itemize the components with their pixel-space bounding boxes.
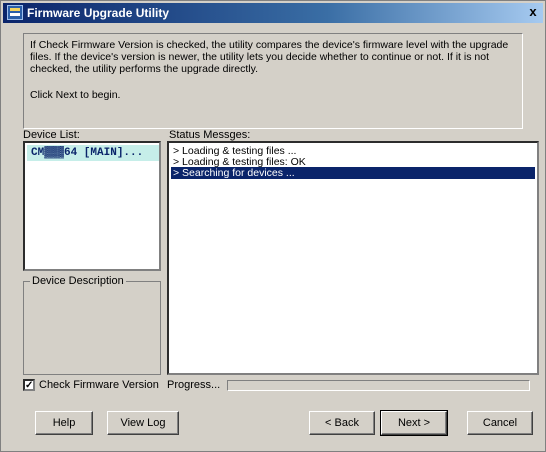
device-description-label: Device Description [30,275,126,287]
app-icon [7,5,23,20]
status-message-selected: > Searching for devices ... [171,167,535,179]
intro-text: If Check Firmware Version is checked, th… [30,39,509,75]
cancel-button[interactable]: Cancel [467,411,533,435]
help-button[interactable]: Help [35,411,93,435]
check-firmware-label[interactable]: Check Firmware Version [39,379,159,391]
intro-hint: Click Next to begin. [30,89,121,101]
progress-label: Progress... [167,379,221,391]
intro-panel: If Check Firmware Version is checked, th… [23,33,523,129]
device-list-item[interactable]: CM▓▓▓64 [MAIN]... [27,145,159,161]
status-messages-list[interactable]: > Loading & testing files ... > Loading … [167,141,539,375]
progress-bar [227,380,530,391]
status-messages-label: Status Messges: [169,129,251,141]
firmware-upgrade-window: Firmware Upgrade Utility x If Check Firm… [0,0,546,452]
device-description-group: Device Description [23,275,161,375]
back-button[interactable]: < Back [309,411,375,435]
view-log-button[interactable]: View Log [107,411,179,435]
title-bar: Firmware Upgrade Utility x [3,3,543,23]
check-firmware-checkbox[interactable]: ✓ [23,379,35,391]
check-icon: ✓ [25,380,34,391]
close-icon[interactable]: x [525,5,541,19]
window-title: Firmware Upgrade Utility [27,6,170,20]
device-list[interactable]: CM▓▓▓64 [MAIN]... [23,141,161,271]
device-list-label: Device List: [23,129,80,141]
next-button[interactable]: Next > [380,410,448,436]
